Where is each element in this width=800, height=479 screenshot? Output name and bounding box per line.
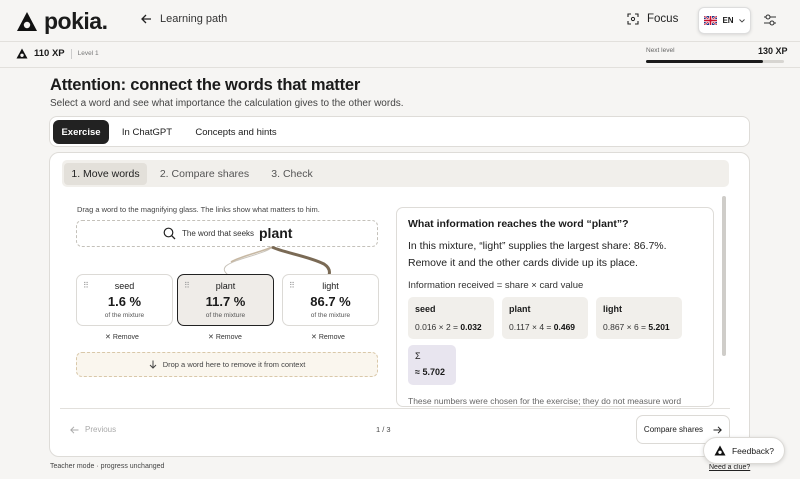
arrow-right-icon [713,425,722,434]
remove-label: Remove [112,334,139,341]
contribution-calc: 0.867 × 6 = 5.201 [603,322,675,332]
language-selector[interactable]: EN [698,7,751,34]
top-bar [0,0,800,41]
page-subtitle: Select a word and see what importance th… [50,98,404,109]
need-a-clue-link[interactable]: Need a clue? [709,464,750,471]
language-label: EN [722,16,734,25]
remove-light-button[interactable]: ✕ Remove [311,333,345,341]
selected-word: plant [259,225,293,241]
contribution-seed: seed 0.016 × 2 = 0.032 [408,297,494,339]
settings-sliders-icon[interactable] [763,13,777,27]
chevron-down-icon [738,18,745,23]
remove-drop-zone[interactable]: Drop a word here to remove it from conte… [76,352,378,377]
sum-box: Σ ≈ 5.702 [408,345,456,385]
next-label: Compare shares [643,425,704,434]
level-label: Level 1 [77,50,99,57]
panel-note: These numbers were chosen for the exerci… [408,396,682,406]
xp-value: 110 XP [34,48,65,59]
panel-title: What information reaches the word “plant… [408,218,629,230]
remove-seed-button[interactable]: ✕ Remove [105,333,139,341]
word-card-light[interactable]: ⠿ light 86.7 % of the mixture [282,274,379,326]
calc-result: 0.469 [553,322,576,332]
logo-icon [16,48,28,59]
contribution-word: seed [415,304,436,314]
search-icon [163,227,176,240]
logo-text: pokia. [44,8,108,34]
step-move-words[interactable]: 1. Move words [64,163,147,185]
word-card-caption: of the mixture [310,312,351,319]
arrow-down-icon [149,360,157,369]
drag-handle-icon[interactable]: ⠿ [184,281,190,290]
word-card-plant[interactable]: ⠿ plant 11.7 % of the mixture [177,274,274,326]
panel-scrollbar-thumb[interactable] [722,196,726,356]
contribution-light: light 0.867 × 6 = 5.201 [596,297,682,339]
back-to-learning-path[interactable]: Learning path [141,13,227,25]
page-title: Attention: connect the words that matter [50,76,361,94]
logo-icon [714,445,726,456]
drag-handle-icon[interactable]: ⠿ [289,281,295,290]
contribution-word: light [603,304,622,314]
drop-zone-label: Drop a word here to remove it from conte… [162,360,306,369]
arrow-left-icon [70,425,79,434]
focus-icon [627,13,639,25]
calc-expression: 0.016 × 2 = [415,322,461,332]
contribution-plant: plant 0.117 × 4 = 0.469 [502,297,588,339]
xp-progress-fill [646,60,764,63]
logo[interactable]: pokia. [16,8,108,35]
previous-button[interactable]: Previous [70,425,116,434]
page-indicator: 1 / 3 [376,425,391,434]
word-card-seed[interactable]: ⠿ seed 1.6 % of the mixture [76,274,173,326]
xp-progress-bar [646,60,784,63]
word-card-word: seed [114,281,135,291]
panel-formula: Information received = share × card valu… [408,280,584,291]
word-card-caption: of the mixture [104,312,145,319]
sum-value: ≈ 5.702 [415,367,445,377]
remove-label: Remove [215,334,242,341]
xp-status: 110 XP Level 1 [16,48,99,59]
logo-icon [17,11,37,31]
step-check[interactable]: 3. Check [262,163,322,185]
word-card-word: light [322,281,339,291]
focus-button[interactable]: Focus [627,13,678,25]
instruction-text: Drag a word to the magnifying glass. The… [77,205,320,214]
drag-handle-icon[interactable]: ⠿ [83,281,89,290]
next-level-xp: 130 XP [758,46,788,56]
attention-links [223,246,331,276]
calc-expression: 0.117 × 4 = [509,322,554,332]
word-card-word: plant [215,281,236,291]
back-label: Learning path [160,13,228,25]
search-label: The word that seeks [182,229,255,238]
calc-expression: 0.867 × 6 = [603,322,649,332]
tab-in-chatgpt[interactable]: In ChatGPT [114,120,180,144]
tab-concepts-and-hints[interactable]: Concepts and hints [186,120,286,144]
word-card-caption: of the mixture [205,312,246,319]
feedback-label: Feedback? [731,445,775,456]
word-card-percent: 11.7 % [205,294,246,309]
step-compare-shares[interactable]: 2. Compare shares [153,163,256,185]
focus-label: Focus [647,13,679,25]
tab-exercise[interactable]: Exercise [53,120,109,144]
feedback-button[interactable]: Feedback? [703,437,785,464]
divider [60,408,730,409]
arrow-left-icon [141,14,151,24]
calc-result: 5.201 [648,322,670,332]
next-level-label: Next level [646,47,675,54]
panel-text: In this mixture, “light” supplies the la… [408,240,667,269]
contribution-calc: 0.016 × 2 = 0.032 [415,322,487,332]
word-card-percent: 86.7 % [310,294,351,309]
contribution-calc: 0.117 × 4 = 0.469 [509,322,581,332]
teacher-mode-note: Teacher mode · progress unchanged [50,463,165,470]
remove-label: Remove [318,334,345,341]
previous-label: Previous [85,425,117,434]
remove-plant-button[interactable]: ✕ Remove [208,333,242,341]
uk-flag-icon [704,16,718,25]
contribution-word: plant [509,304,531,314]
word-card-percent: 1.6 % [107,294,142,309]
sum-symbol: Σ [415,351,421,361]
xp-bar [0,41,800,68]
separator [70,48,72,59]
calc-result: 0.032 [460,322,482,332]
